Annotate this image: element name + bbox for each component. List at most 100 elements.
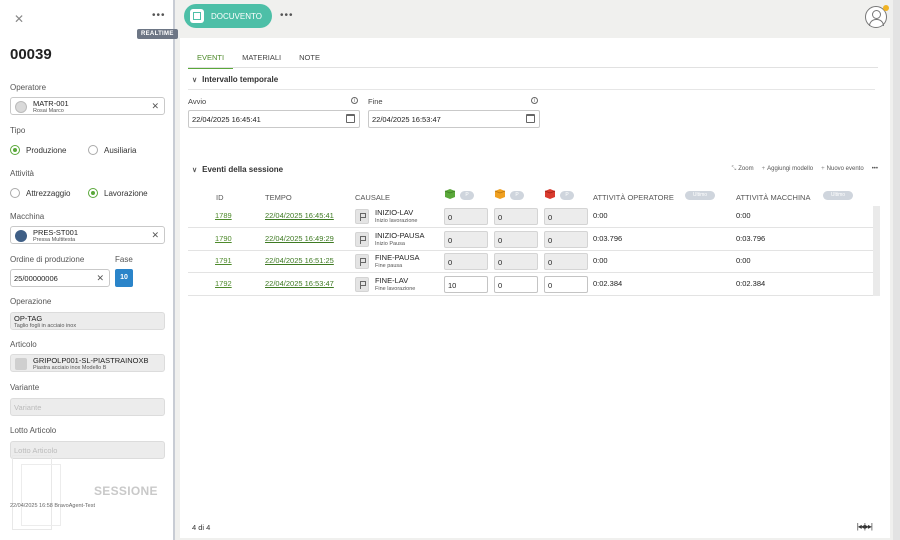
new-event-label: Nuovo evento <box>826 166 864 172</box>
col-attivita-operatore[interactable]: ATTIVITÀ OPERATORE <box>593 193 674 202</box>
clear-operatore-icon[interactable]: ✕ <box>151 101 159 112</box>
documento-label: DOCUVENTO <box>211 11 262 21</box>
pill-operatore[interactable]: Ultimo <box>685 191 715 200</box>
macchina-field[interactable]: PRES-ST001 Pressa Multitesta ✕ <box>10 226 165 244</box>
attivita-radio-attrezzaggio[interactable]: Attrezzaggio <box>10 188 70 198</box>
add-model-label: Aggiungi modello <box>767 166 814 172</box>
macchina-name: Pressa Multitesta <box>33 237 76 243</box>
tipo-radio-ausiliaria[interactable]: Ausiliaria <box>88 145 136 155</box>
event-time-link[interactable]: 22/04/2025 16:45:41 <box>265 211 334 220</box>
col-attivita-macchina[interactable]: ATTIVITÀ MACCHINA <box>736 193 810 202</box>
warn-pieces-cube-icon <box>494 189 506 199</box>
fase-button[interactable]: 10 <box>115 269 133 287</box>
event-id-link[interactable]: 1792 <box>215 279 232 288</box>
event-time-link[interactable]: 22/04/2025 16:53:47 <box>265 279 334 288</box>
session-id: 00039 <box>10 46 52 63</box>
table-row[interactable]: 1789 22/04/2025 16:45:41 INIZIO-LAV Inizio … <box>188 206 875 228</box>
footer-info: 22/04/2025 16:58 BravoAgent-Test <box>10 503 96 509</box>
table-row[interactable]: 1792 22/04/2025 16:53:47 FINE-LAV Fine lavo… <box>188 274 875 296</box>
expand-icon: ⤡ <box>731 166 737 172</box>
operatore-label: Operatore <box>10 83 47 92</box>
scrap-qty-input: 0 <box>544 253 588 270</box>
good-qty-input[interactable]: 10 <box>444 275 488 293</box>
radio-label: Attrezzaggio <box>26 188 71 198</box>
causale-code: INIZIO-PAUSA <box>375 230 425 240</box>
operatore-field[interactable]: MATR-001 Rosai Marco ✕ <box>10 97 165 115</box>
col-causale[interactable]: CAUSALE <box>355 193 390 202</box>
plus-icon: + <box>761 166 766 172</box>
fase-label: Fase <box>115 255 133 264</box>
info-icon[interactable]: i <box>531 97 538 104</box>
main-panel: EVENTI MATERIALI NOTE ∨ Intervallo tempor… <box>180 38 890 538</box>
event-time-link[interactable]: 22/04/2025 16:51:25 <box>265 256 334 265</box>
col-id[interactable]: ID <box>216 193 224 202</box>
attivita-radio-lavorazione[interactable]: Lavorazione <box>88 188 148 198</box>
scrap-pieces-cube-icon <box>544 189 556 199</box>
close-icon[interactable]: ✕ <box>14 12 24 26</box>
right-scrollbar[interactable] <box>893 0 900 540</box>
calendar-icon[interactable] <box>346 114 355 123</box>
events-section-header[interactable]: ∨ Eventi della sessione <box>192 165 283 174</box>
avvio-input[interactable]: 22/04/2025 16:45:41 <box>188 110 360 128</box>
add-model-button[interactable]: + Aggiungi modello <box>762 166 814 173</box>
attivita-macchina-value: 0:03.796 <box>736 233 766 243</box>
clear-macchina-icon[interactable]: ✕ <box>151 230 159 241</box>
realtime-badge: REALTIME <box>137 29 178 39</box>
col-scrap-badge[interactable]: P <box>560 191 574 200</box>
fine-value: 22/04/2025 16:53:47 <box>372 115 441 124</box>
calendar-icon[interactable] <box>526 114 535 123</box>
section-divider <box>188 89 875 90</box>
avvio-value: 22/04/2025 16:45:41 <box>192 115 261 124</box>
interval-section-header[interactable]: ∨ Intervallo temporale <box>192 75 278 84</box>
chevron-down-icon: ∨ <box>192 77 198 84</box>
scrap-qty-input: 0 <box>544 230 588 248</box>
pill-macchina[interactable]: Ultimo <box>823 191 853 200</box>
attivita-macchina-value: 0:00 <box>736 256 751 265</box>
causale-code: FINE-PAUSA <box>375 253 420 262</box>
new-event-button[interactable]: + Nuovo evento <box>821 166 864 173</box>
good-qty-input: 0 <box>444 230 488 248</box>
warn-qty-input[interactable]: 0 <box>494 275 538 293</box>
radio-label: Ausiliaria <box>104 145 137 155</box>
causale-desc: Fine lavorazione <box>375 285 416 292</box>
info-icon[interactable]: i <box>351 97 358 104</box>
notification-dot <box>883 5 889 11</box>
lotto-placeholder: Lotto Articolo <box>14 446 58 455</box>
tipo-radio-produzione[interactable]: Produzione <box>10 145 66 155</box>
macchina-code: PRES-ST001 <box>33 228 79 237</box>
attivita-macchina-value: 0:00 <box>736 211 751 220</box>
table-row[interactable]: 1790 22/04/2025 16:49:29 INIZIO-PAUSA Inizi… <box>188 229 875 251</box>
fine-input[interactable]: 22/04/2025 16:53:47 <box>368 110 540 128</box>
col-warn-badge[interactable]: P <box>510 191 524 200</box>
warn-qty-input: 0 <box>494 253 538 270</box>
toolbar-more-icon[interactable]: ••• <box>872 166 878 173</box>
user-avatar-icon[interactable] <box>865 5 889 28</box>
event-id-link[interactable]: 1791 <box>215 256 232 265</box>
top-more-icon[interactable]: ••• <box>280 10 294 21</box>
operatore-name: Rosai Marco <box>33 108 64 114</box>
more-options-icon[interactable]: ••• <box>152 10 166 21</box>
variante-field[interactable]: Variante <box>10 398 165 416</box>
attivita-operatore-value: 0:03.796 <box>593 233 623 243</box>
event-time-link[interactable]: 22/04/2025 16:49:29 <box>265 234 334 243</box>
tipo-label: Tipo <box>10 126 26 135</box>
attivita-operatore-value: 0:00 <box>593 256 608 265</box>
attivita-macchina-value: 0:02.384 <box>736 278 766 288</box>
ordine-field[interactable]: 25/00000006 ✕ <box>10 269 110 287</box>
articolo-label: Articolo <box>10 340 37 349</box>
zoom-button[interactable]: ⤡ Zoom <box>731 166 753 173</box>
event-id-link[interactable]: 1789 <box>215 211 232 220</box>
documento-button[interactable]: DOCUVENTO <box>184 4 272 28</box>
col-good-badge[interactable]: P <box>460 191 474 200</box>
col-tempo[interactable]: TEMPO <box>265 193 292 202</box>
attivita-operatore-value: 0:02.384 <box>593 278 623 288</box>
radio-checked-icon <box>88 188 98 198</box>
scrap-qty-input[interactable]: 0 <box>544 275 588 293</box>
table-row[interactable]: 1791 22/04/2025 16:51:25 FINE-PAUSA Fine pa… <box>188 251 875 273</box>
plus-icon: + <box>821 166 825 172</box>
good-pieces-cube-icon <box>444 189 456 199</box>
table-scrollbar[interactable] <box>873 206 880 296</box>
event-id-link[interactable]: 1790 <box>215 234 232 243</box>
clear-ordine-icon[interactable]: ✕ <box>96 273 104 284</box>
pagination-controls[interactable]: |◂◂|▸▸| <box>857 522 873 531</box>
